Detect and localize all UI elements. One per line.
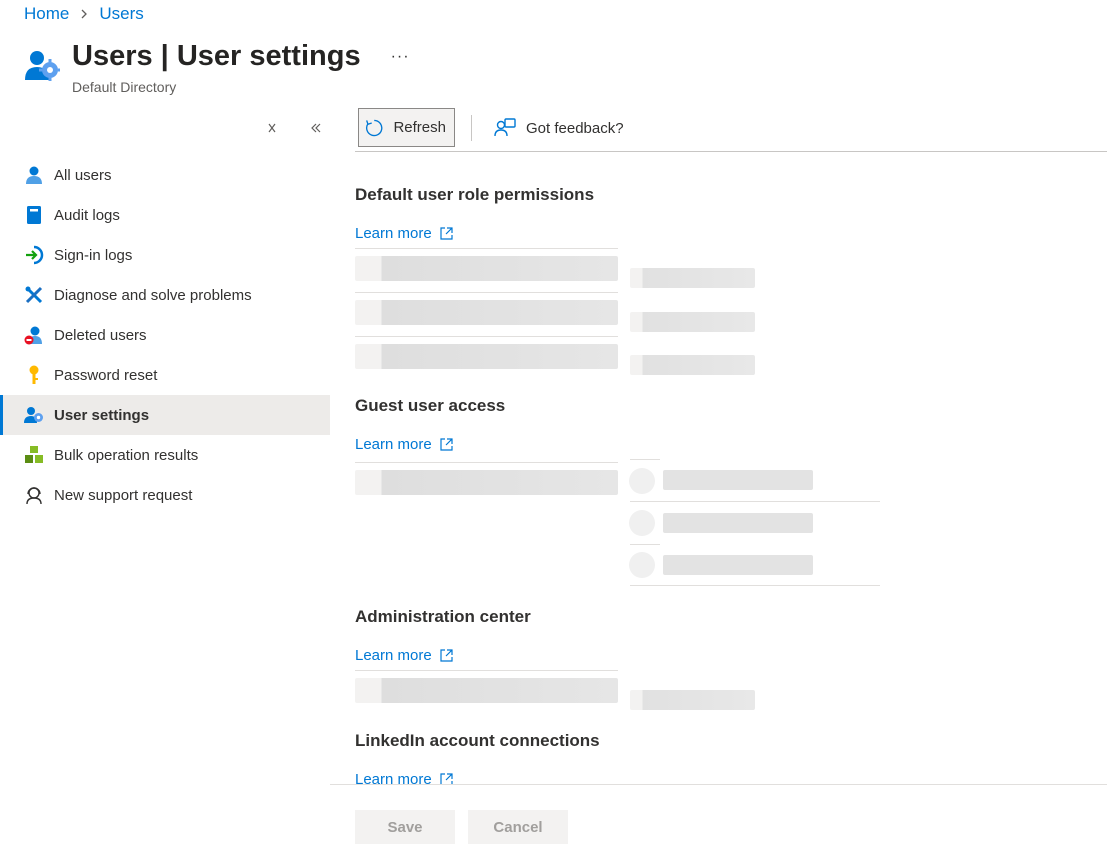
sidebar-item-sign-in-logs[interactable]: Sign-in logs: [0, 235, 330, 275]
loading-placeholder: [663, 513, 813, 533]
page-header: Users | User settings ··· Default Direct…: [24, 40, 410, 95]
deleted-user-icon: [24, 325, 44, 345]
feedback-button[interactable]: Got feedback?: [488, 108, 632, 148]
breadcrumb-users-link[interactable]: Users: [99, 4, 143, 24]
section-title-administration-center: Administration center: [355, 607, 531, 626]
sidebar-item-label: All users: [54, 166, 112, 184]
external-link-icon: [440, 649, 453, 662]
radio-placeholder: [629, 468, 655, 494]
sidebar-item-label: User settings: [54, 406, 150, 424]
loading-placeholder: [355, 300, 618, 325]
divider: [630, 501, 880, 502]
sidebar-controls: [264, 120, 324, 136]
command-bar: Refresh Got feedback?: [355, 108, 1107, 152]
loading-placeholder: [355, 678, 618, 703]
sign-in-icon: [24, 245, 44, 265]
collapse-sidebar-icon[interactable]: [308, 120, 324, 136]
section-title-guest-user-access: Guest user access: [355, 396, 506, 415]
divider: [355, 336, 618, 337]
cancel-button[interactable]: Cancel: [468, 810, 568, 844]
learn-more-link[interactable]: Learn more: [355, 647, 453, 664]
book-icon: [24, 205, 44, 225]
breadcrumb-home-link[interactable]: Home: [24, 4, 69, 24]
sidebar-item-audit-logs[interactable]: Audit logs: [0, 195, 330, 235]
sidebar-item-label: Bulk operation results: [54, 446, 199, 464]
wrench-icon: [24, 285, 44, 305]
loading-placeholder: [630, 268, 755, 288]
sidebar-item-label: New support request: [54, 486, 193, 504]
sidebar-item-new-support-request[interactable]: New support request: [0, 475, 330, 515]
loading-placeholder: [355, 256, 618, 281]
loading-placeholder: [355, 344, 618, 369]
refresh-icon: [366, 119, 383, 136]
loading-placeholder: [630, 690, 755, 710]
external-link-icon: [440, 438, 453, 451]
close-icon[interactable]: [264, 120, 280, 136]
radio-placeholder: [629, 510, 655, 536]
user-settings-logo-icon: [24, 48, 61, 84]
sidebar-nav: All users Audit logs Sign-in logs Diagno…: [0, 155, 330, 515]
loading-placeholder: [663, 555, 813, 575]
sidebar-item-label: Sign-in logs: [54, 246, 133, 264]
external-link-icon: [440, 227, 453, 240]
sidebar-item-bulk-operations[interactable]: Bulk operation results: [0, 435, 330, 475]
sidebar-item-password-reset[interactable]: Password reset: [0, 355, 330, 395]
divider: [355, 670, 618, 671]
sidebar-item-diagnose[interactable]: Diagnose and solve problems: [0, 275, 330, 315]
breadcrumb: Home Users: [24, 4, 144, 24]
save-button[interactable]: Save: [355, 810, 455, 844]
section-title-linkedin: LinkedIn account connections: [355, 731, 600, 750]
feedback-label: Got feedback?: [526, 119, 624, 137]
external-link-icon: [440, 773, 453, 784]
sidebar-item-label: Password reset: [54, 366, 158, 384]
loading-placeholder: [663, 470, 813, 490]
divider: [355, 292, 618, 293]
section-title-default-user-role: Default user role permissions: [355, 185, 595, 204]
footer-divider: [330, 784, 1107, 785]
divider: [355, 462, 618, 463]
key-icon: [24, 365, 44, 385]
sidebar-item-label: Audit logs: [54, 206, 120, 224]
sidebar-item-deleted-users[interactable]: Deleted users: [0, 315, 330, 355]
divider: [355, 248, 618, 249]
toolbar-divider: [471, 115, 472, 141]
divider: [630, 459, 660, 460]
learn-more-clip: Learn more: [355, 765, 555, 784]
loading-placeholder: [630, 355, 755, 375]
sidebar-item-user-settings[interactable]: User settings: [0, 395, 330, 435]
radio-placeholder: [629, 552, 655, 578]
chevron-right-icon: [79, 8, 89, 20]
loading-placeholder: [355, 470, 618, 495]
support-icon: [24, 485, 44, 505]
sidebar-item-label: Deleted users: [54, 326, 147, 344]
refresh-label: Refresh: [393, 119, 446, 136]
learn-more-link[interactable]: Learn more: [355, 771, 453, 784]
learn-more-link[interactable]: Learn more: [355, 436, 453, 453]
loading-placeholder: [630, 312, 755, 332]
feedback-icon: [494, 118, 516, 137]
learn-more-link[interactable]: Learn more: [355, 225, 453, 242]
page-subtitle: Default Directory: [72, 79, 177, 95]
user-gear-icon: [24, 405, 44, 425]
sidebar-item-label: Diagnose and solve problems: [54, 286, 252, 304]
user-icon: [24, 165, 44, 185]
divider: [630, 585, 880, 586]
more-options-button[interactable]: ···: [391, 48, 410, 66]
divider: [630, 544, 660, 545]
cubes-icon: [24, 445, 44, 465]
page-title: Users | User settings: [72, 40, 361, 72]
sidebar-item-all-users[interactable]: All users: [0, 155, 330, 195]
refresh-button[interactable]: Refresh: [358, 108, 455, 147]
